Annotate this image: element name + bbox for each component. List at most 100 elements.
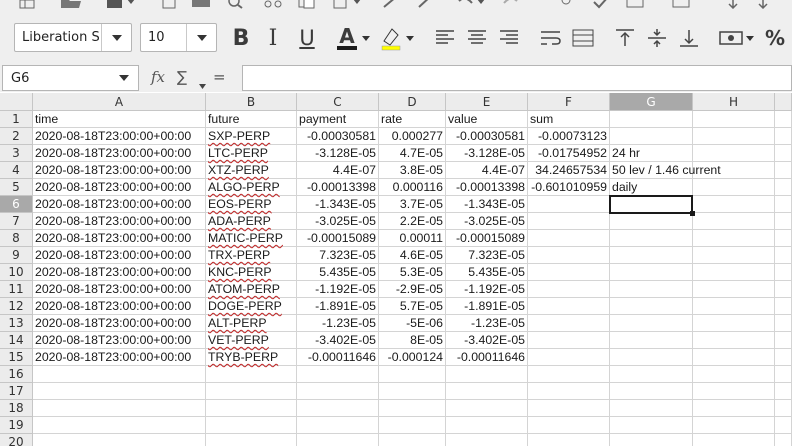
cell-a4[interactable]: 2020-08-18T23:00:00+00:00	[33, 162, 206, 179]
cell-h17[interactable]	[693, 383, 775, 400]
cell-d6[interactable]: 3.7E-05	[379, 196, 446, 213]
cell-b6[interactable]: EOS-PERP	[206, 196, 297, 213]
cell-d12[interactable]: 5.7E-05	[379, 298, 446, 315]
cell-h14[interactable]	[693, 332, 775, 349]
cell-b3[interactable]: LTC-PERP	[206, 145, 297, 162]
cell-c1[interactable]: payment	[297, 111, 379, 128]
cell-b1[interactable]: future	[206, 111, 297, 128]
cell-b2[interactable]: SXP-PERP	[206, 128, 297, 145]
find-replace-icon[interactable]	[556, 0, 578, 12]
row-header-11[interactable]: 11	[0, 281, 33, 298]
cell-f1[interactable]: sum	[528, 111, 610, 128]
column-header-i[interactable]	[775, 93, 792, 111]
print-icon[interactable]	[190, 0, 212, 12]
cell-d20[interactable]	[379, 434, 446, 446]
undo-icon[interactable]	[454, 0, 476, 12]
cell-c13[interactable]: -1.23E-05	[297, 315, 379, 332]
cell-g7[interactable]	[610, 213, 693, 230]
merge-cells-icon[interactable]	[570, 24, 596, 52]
cell-i3[interactable]	[775, 145, 792, 162]
cell-b11[interactable]: ATOM-PERP	[206, 281, 297, 298]
cell-h4[interactable]	[693, 162, 775, 179]
cell-f10[interactable]	[528, 264, 610, 281]
cell-i13[interactable]	[775, 315, 792, 332]
cell-f9[interactable]	[528, 247, 610, 264]
cell-b13[interactable]: ALT-PERP	[206, 315, 297, 332]
cell-h1[interactable]	[693, 111, 775, 128]
column-header-c[interactable]: C	[297, 93, 379, 111]
column-icon[interactable]	[670, 0, 692, 12]
cell-g14[interactable]	[610, 332, 693, 349]
bold-button[interactable]: B	[228, 24, 254, 52]
cell-c16[interactable]	[297, 366, 379, 383]
cell-a9[interactable]: 2020-08-18T23:00:00+00:00	[33, 247, 206, 264]
align-right-icon[interactable]	[496, 24, 522, 52]
font-size-box[interactable]: 10	[140, 23, 217, 52]
cell-g10[interactable]	[610, 264, 693, 281]
row-header-7[interactable]: 7	[0, 213, 33, 230]
cell-c2[interactable]: -0.00030581	[297, 128, 379, 145]
cell-d3[interactable]: 4.7E-05	[379, 145, 446, 162]
cell-h9[interactable]	[693, 247, 775, 264]
cell-a11[interactable]: 2020-08-18T23:00:00+00:00	[33, 281, 206, 298]
cell-c3[interactable]: -3.128E-05	[297, 145, 379, 162]
column-header-e[interactable]: E	[446, 93, 528, 111]
cell-e5[interactable]: -0.00013398	[446, 179, 528, 196]
cell-i9[interactable]	[775, 247, 792, 264]
cell-i16[interactable]	[775, 366, 792, 383]
column-header-h[interactable]: H	[693, 93, 775, 111]
cell-c20[interactable]	[297, 434, 379, 446]
percent-format-button[interactable]: %	[762, 24, 788, 52]
cell-i11[interactable]	[775, 281, 792, 298]
cell-b4[interactable]: XTZ-PERP	[206, 162, 297, 179]
cell-d14[interactable]: 8E-05	[379, 332, 446, 349]
row-header-6[interactable]: 6	[0, 196, 33, 213]
cell-h2[interactable]	[693, 128, 775, 145]
cell-a19[interactable]	[33, 417, 206, 434]
cell-e4[interactable]: 4.4E-07	[446, 162, 528, 179]
cell-e13[interactable]: -1.23E-05	[446, 315, 528, 332]
cell-b8[interactable]: MATIC-PERP	[206, 230, 297, 247]
cell-i20[interactable]	[775, 434, 792, 446]
row-header-2[interactable]: 2	[0, 128, 33, 145]
cell-h10[interactable]	[693, 264, 775, 281]
preview-icon[interactable]	[224, 0, 246, 12]
cell-g2[interactable]	[610, 128, 693, 145]
cell-b15[interactable]: TRYB-PERP	[206, 349, 297, 366]
cell-g16[interactable]	[610, 366, 693, 383]
cell-a15[interactable]: 2020-08-18T23:00:00+00:00	[33, 349, 206, 366]
cell-i2[interactable]	[775, 128, 792, 145]
cell-d2[interactable]: 0.000277	[379, 128, 446, 145]
cell-a10[interactable]: 2020-08-18T23:00:00+00:00	[33, 264, 206, 281]
cell-c11[interactable]: -1.192E-05	[297, 281, 379, 298]
cell-h16[interactable]	[693, 366, 775, 383]
cell-e2[interactable]: -0.00030581	[446, 128, 528, 145]
cell-g15[interactable]	[610, 349, 693, 366]
cell-e18[interactable]	[446, 400, 528, 417]
column-header-a[interactable]: A	[33, 93, 206, 111]
cell-a6[interactable]: 2020-08-18T23:00:00+00:00	[33, 196, 206, 213]
cell-e12[interactable]: -1.891E-05	[446, 298, 528, 315]
row-header-5[interactable]: 5	[0, 179, 33, 196]
cell-h3[interactable]	[693, 145, 775, 162]
align-left-icon[interactable]	[432, 24, 458, 52]
font-color-dropdown-icon[interactable]	[360, 24, 372, 52]
cell-d11[interactable]: -2.9E-05	[379, 281, 446, 298]
sum-dropdown-icon[interactable]	[199, 74, 206, 93]
cell-c10[interactable]: 5.435E-05	[297, 264, 379, 281]
cell-d4[interactable]: 3.8E-05	[379, 162, 446, 179]
currency-dropdown-icon[interactable]	[744, 24, 756, 52]
cell-h6[interactable]	[693, 196, 775, 213]
cell-b16[interactable]	[206, 366, 297, 383]
cell-b18[interactable]	[206, 400, 297, 417]
cell-i8[interactable]	[775, 230, 792, 247]
cell-g1[interactable]	[610, 111, 693, 128]
cell-b10[interactable]: KNC-PERP	[206, 264, 297, 281]
highlight-dropdown-icon[interactable]	[404, 24, 416, 52]
cell-h5[interactable]	[693, 179, 775, 196]
cell-a20[interactable]	[33, 434, 206, 446]
cell-h7[interactable]	[693, 213, 775, 230]
cell-e15[interactable]: -0.00011646	[446, 349, 528, 366]
select-all-corner[interactable]	[0, 93, 33, 111]
row-header-8[interactable]: 8	[0, 230, 33, 247]
